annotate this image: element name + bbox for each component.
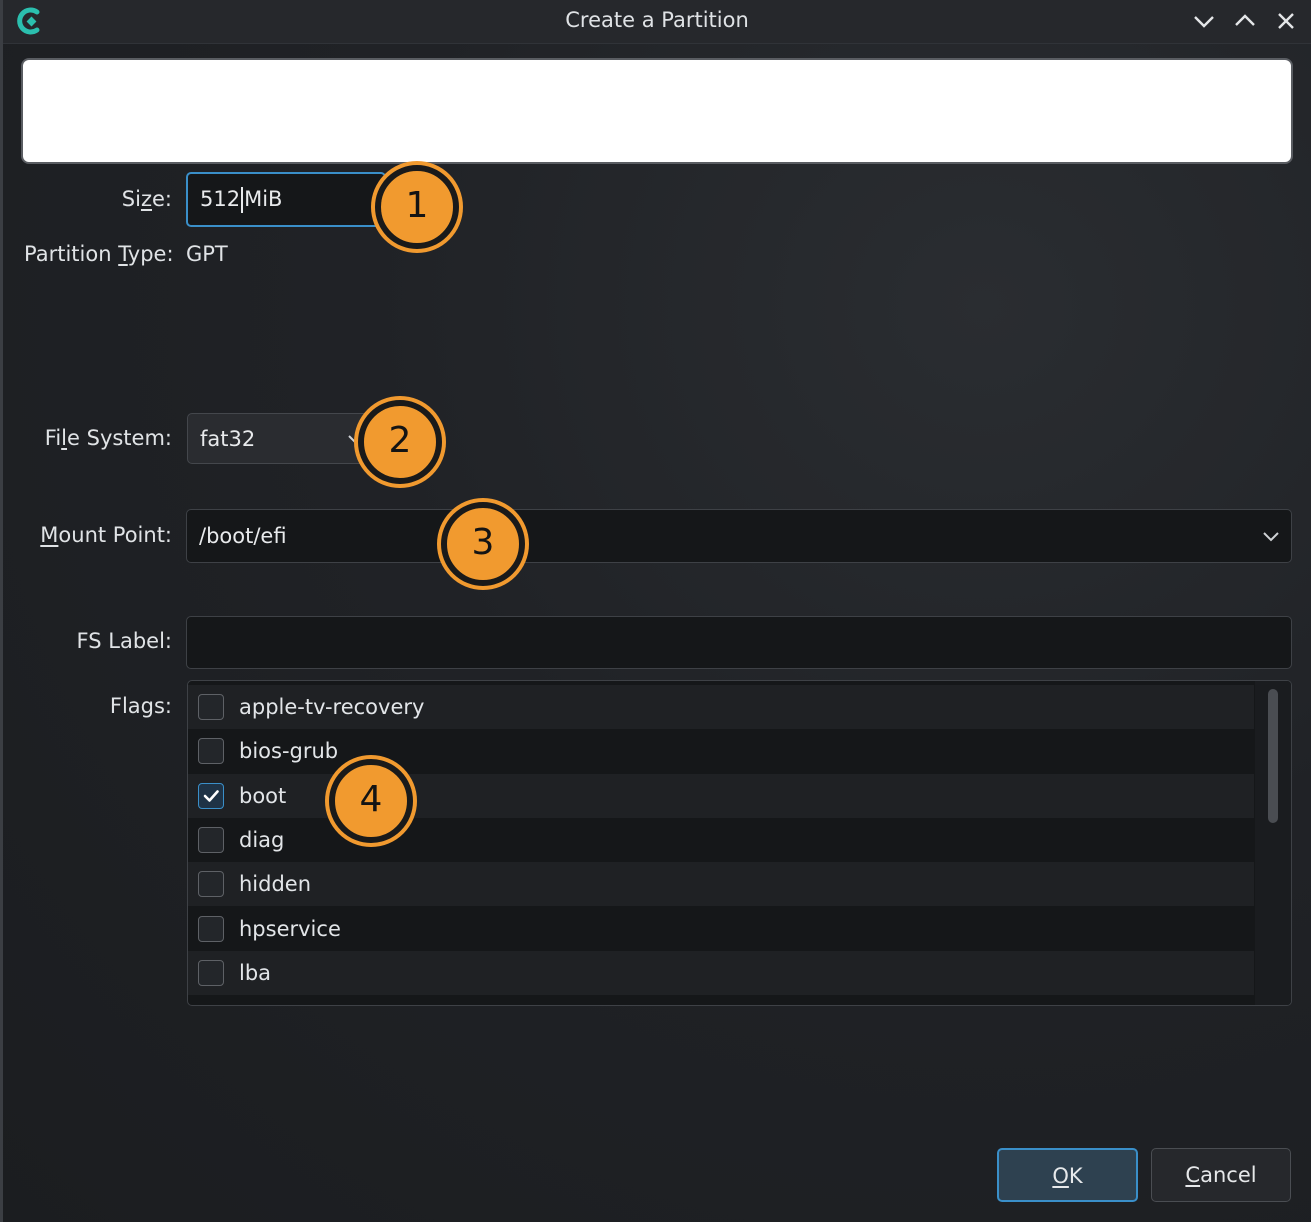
chevron-down-icon <box>1194 16 1214 28</box>
mount-point-combobox[interactable]: /boot/efi <box>186 509 1292 563</box>
size-value: 512 MiB <box>200 186 283 213</box>
annotation-marker-2: 2 <box>358 400 442 484</box>
flag-label: diag <box>239 827 285 852</box>
scrollbar-thumb[interactable] <box>1268 689 1278 823</box>
close-icon <box>1278 13 1294 29</box>
window-title: Create a Partition <box>565 8 749 32</box>
annotation-marker-4: 4 <box>329 759 413 843</box>
file-system-value: fat32 <box>200 426 256 451</box>
flag-item-hpservice[interactable]: hpservice <box>188 907 1254 951</box>
file-system-combobox[interactable]: fat32 <box>187 413 377 464</box>
flag-label: boot <box>239 783 287 808</box>
flag-label: hpservice <box>239 916 341 941</box>
annotation-marker-3: 3 <box>441 502 525 586</box>
fs-label-input[interactable] <box>186 616 1292 669</box>
annotation-marker-1: 1 <box>375 165 459 249</box>
minimize-button[interactable] <box>1190 8 1218 34</box>
flags-list[interactable]: apple-tv-recovery bios-grub boot diag hidden… <box>187 680 1292 1006</box>
flag-checkbox[interactable] <box>198 738 224 765</box>
flag-checkbox[interactable] <box>198 782 224 809</box>
cancel-button[interactable]: Cancel <box>1151 1148 1291 1202</box>
ok-button[interactable]: OK <box>997 1148 1138 1202</box>
flag-label: bios-grub <box>239 739 339 764</box>
create-partition-dialog: Create a Partition Size: 512 MiB Partitio… <box>0 0 1311 1222</box>
flag-item-apple-tv-recovery[interactable]: apple-tv-recovery <box>188 685 1254 729</box>
file-system-label: File System: <box>44 426 172 450</box>
maximize-button[interactable] <box>1231 8 1259 34</box>
text-cursor <box>241 186 244 213</box>
flag-checkbox[interactable] <box>198 694 224 720</box>
flag-label: lba <box>239 960 272 985</box>
flags-scrollbar[interactable] <box>1255 681 1291 1005</box>
checkmark-icon <box>203 789 219 802</box>
flag-checkbox[interactable] <box>198 871 224 898</box>
partition-preview-banner <box>23 60 1291 162</box>
size-spinbox[interactable]: 512 MiB <box>186 172 386 227</box>
chevron-up-icon <box>1235 14 1255 26</box>
size-label: Size: <box>121 187 172 211</box>
fs-label-label: FS Label: <box>76 629 172 653</box>
flag-item-lba[interactable]: lba <box>188 950 1254 995</box>
mount-point-label: Mount Point: <box>40 523 172 547</box>
flag-checkbox[interactable] <box>198 826 224 853</box>
partition-type-value: GPT <box>186 242 228 266</box>
mount-point-value: /boot/efi <box>199 524 287 548</box>
chevron-down-icon <box>1263 532 1279 542</box>
flag-label: apple-tv-recovery <box>239 695 425 719</box>
flags-label: Flags: <box>109 694 172 718</box>
title-bar: Create a Partition <box>3 0 1311 44</box>
flag-checkbox[interactable] <box>198 959 224 986</box>
close-button[interactable] <box>1272 8 1300 34</box>
partition-type-label: Partition Type: <box>24 242 174 266</box>
flag-label: hidden <box>239 872 312 897</box>
flag-checkbox[interactable] <box>198 915 224 942</box>
flag-item-hidden[interactable]: hidden <box>188 862 1254 907</box>
